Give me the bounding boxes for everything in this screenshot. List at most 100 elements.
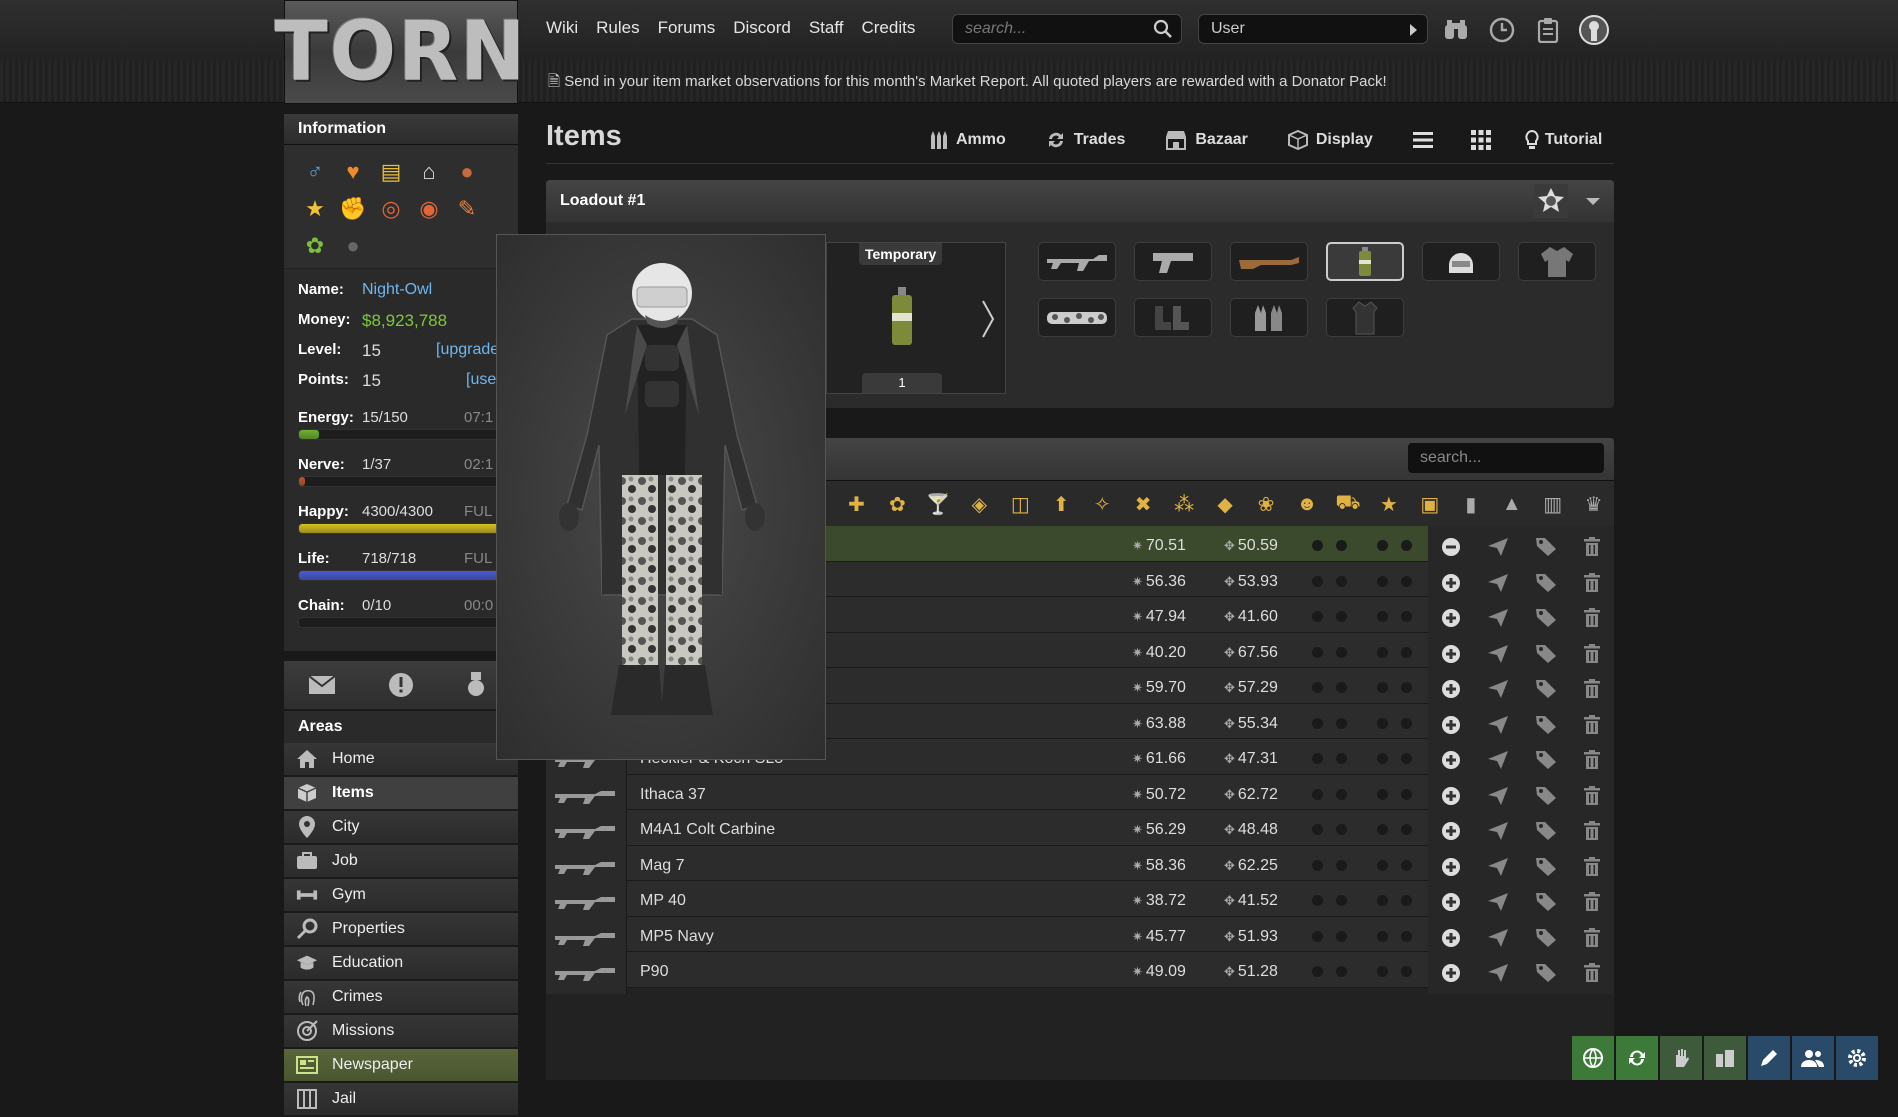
tag-icon[interactable] xyxy=(1535,573,1557,593)
alert-icon[interactable] xyxy=(388,672,414,698)
fist-icon[interactable]: ✊ xyxy=(334,190,372,227)
slot-helmet[interactable] xyxy=(1422,242,1500,281)
use-points-link[interactable]: [use xyxy=(466,371,496,389)
equip-icon[interactable] xyxy=(1441,750,1461,770)
search-icon[interactable] xyxy=(1153,19,1173,39)
sidebar-item-city[interactable]: City xyxy=(284,811,518,845)
equip-icon[interactable] xyxy=(1441,963,1461,983)
trash-icon[interactable] xyxy=(1583,785,1601,806)
hand-icon[interactable] xyxy=(1660,1036,1702,1080)
trades-link[interactable]: Trades xyxy=(1046,130,1125,150)
sidebar-item-job[interactable]: Job xyxy=(284,845,518,879)
list-view-button[interactable] xyxy=(1412,131,1441,149)
slot-melee[interactable] xyxy=(1230,242,1308,281)
display-link[interactable]: Display xyxy=(1287,130,1373,150)
equip-icon[interactable] xyxy=(1441,715,1461,735)
equip-icon[interactable] xyxy=(1441,608,1461,628)
ammo-link[interactable]: Ammo xyxy=(930,130,1006,150)
cannabis-icon[interactable]: ✿ xyxy=(296,227,334,264)
tab-candy-icon[interactable]: ◈ xyxy=(959,484,1000,524)
send-icon[interactable] xyxy=(1487,821,1509,841)
syringe-icon[interactable]: ✎ xyxy=(448,190,486,227)
table-row[interactable]: P90 ✷ 49.09 ✥ 51.28 xyxy=(546,952,1614,994)
slot-boots[interactable] xyxy=(1134,298,1212,337)
clipboard-icon[interactable] xyxy=(1532,14,1564,46)
item-name[interactable]: M4A1 Colt Carbine xyxy=(640,821,775,839)
tag-icon[interactable] xyxy=(1535,679,1557,699)
send-icon[interactable] xyxy=(1487,928,1509,948)
bazaar-link[interactable]: Bazaar xyxy=(1165,130,1248,150)
slot-secondary[interactable] xyxy=(1134,242,1212,281)
sidebar-item-items[interactable]: Items xyxy=(284,777,518,811)
slot-body[interactable] xyxy=(1518,242,1596,281)
send-icon[interactable] xyxy=(1487,644,1509,664)
medal-icon[interactable] xyxy=(466,672,486,698)
tag-icon[interactable] xyxy=(1535,857,1557,877)
tab-tools-icon[interactable]: ✖ xyxy=(1123,484,1164,524)
tag-icon[interactable] xyxy=(1535,928,1557,948)
trash-icon[interactable] xyxy=(1583,572,1601,593)
table-row[interactable]: Ithaca 37 ✷ 50.72 ✥ 62.72 xyxy=(546,774,1614,817)
tab-boosters-icon[interactable]: ⬆ xyxy=(1041,484,1082,524)
gauge-icon[interactable]: ◉ xyxy=(410,190,448,227)
user-type-select[interactable]: User xyxy=(1198,14,1428,44)
refresh-icon[interactable] xyxy=(1616,1036,1658,1080)
tag-icon[interactable] xyxy=(1535,537,1557,557)
life-bar-row[interactable]: Life: 718/718 FUL xyxy=(298,550,504,597)
equip-icon[interactable] xyxy=(1441,573,1461,593)
tab-alcohol-icon[interactable]: 🍸 xyxy=(918,484,959,524)
tab-trophies-icon[interactable]: ♛ xyxy=(1573,484,1614,524)
tag-icon[interactable] xyxy=(1535,644,1557,664)
sidebar-item-crimes[interactable]: Crimes xyxy=(284,981,518,1015)
tab-boxes-icon[interactable]: ◫ xyxy=(1000,484,1041,524)
slot-primary[interactable] xyxy=(1038,242,1116,281)
send-icon[interactable] xyxy=(1487,750,1509,770)
sidebar-item-gym[interactable]: Gym xyxy=(284,879,518,913)
equip-icon[interactable] xyxy=(1441,892,1461,912)
grid-view-button[interactable] xyxy=(1470,130,1499,150)
sidebar-item-newspaper[interactable]: Newspaper xyxy=(284,1049,518,1083)
equip-icon[interactable] xyxy=(1441,679,1461,699)
settings-gear-icon[interactable] xyxy=(1836,1036,1878,1080)
tab-materials-icon[interactable]: ⁂ xyxy=(1164,484,1205,524)
sidebar-item-missions[interactable]: Missions xyxy=(284,1015,518,1049)
equip-icon[interactable] xyxy=(1441,857,1461,877)
send-icon[interactable] xyxy=(1487,963,1509,983)
money-value[interactable]: $8,923,788 xyxy=(362,311,447,331)
bank-icon[interactable]: ⌂ xyxy=(410,153,448,190)
send-icon[interactable] xyxy=(1487,786,1509,806)
item-name[interactable]: MP 40 xyxy=(640,892,686,910)
heart-icon[interactable]: ♥ xyxy=(334,153,372,190)
trash-icon[interactable] xyxy=(1583,856,1601,877)
happy-bar-row[interactable]: Happy: 4300/4300 FUL xyxy=(298,503,504,550)
trash-icon[interactable] xyxy=(1583,608,1601,628)
send-icon[interactable] xyxy=(1487,608,1509,628)
loadout-header[interactable]: Loadout #1 xyxy=(546,180,1614,222)
nav-staff[interactable]: Staff xyxy=(809,18,844,38)
tab-supply-packs-icon[interactable]: ▣ xyxy=(1409,484,1450,524)
trash-icon[interactable] xyxy=(1583,643,1601,664)
send-icon[interactable] xyxy=(1487,537,1509,557)
nav-rules[interactable]: Rules xyxy=(596,18,639,38)
globe-icon[interactable] xyxy=(1572,1036,1614,1080)
announcement[interactable]: 🗎 Send in your item market observations … xyxy=(548,71,1387,96)
tag-icon[interactable] xyxy=(1535,821,1557,841)
chain-bar-row[interactable]: Chain: 0/10 00:0 xyxy=(298,597,504,644)
nav-wiki[interactable]: Wiki xyxy=(546,18,578,38)
trash-icon[interactable] xyxy=(1583,537,1601,557)
clock-icon[interactable] xyxy=(1486,14,1518,46)
unequip-icon[interactable] xyxy=(1441,537,1461,557)
target-icon[interactable]: ◎ xyxy=(372,190,410,227)
tab-all-plus-icon[interactable]: ✚ xyxy=(836,484,877,524)
hat-icon[interactable]: ● xyxy=(448,153,486,190)
slot-pants[interactable] xyxy=(1038,298,1116,337)
equip-icon[interactable] xyxy=(1441,821,1461,841)
tutorial-link[interactable]: Tutorial xyxy=(1525,130,1602,150)
equip-icon[interactable] xyxy=(1441,786,1461,806)
tag-icon[interactable] xyxy=(1535,715,1557,735)
tab-wand-icon[interactable]: ✧ xyxy=(1082,484,1123,524)
equip-icon[interactable] xyxy=(1441,644,1461,664)
loadout-badge-icon[interactable] xyxy=(1534,184,1568,218)
send-icon[interactable] xyxy=(1487,679,1509,699)
torn-logo[interactable]: TORN xyxy=(275,0,525,104)
